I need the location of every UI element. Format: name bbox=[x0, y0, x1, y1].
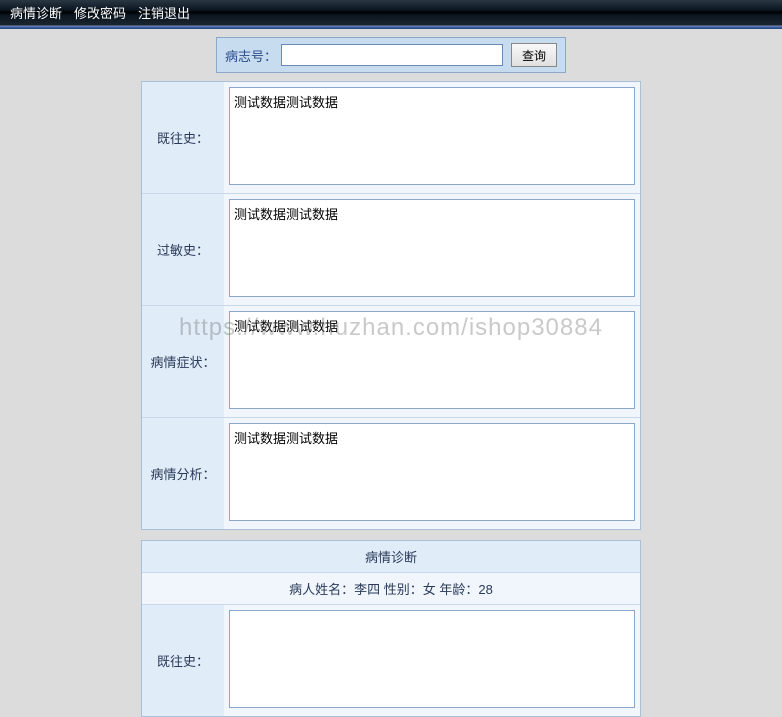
patient-gender: 女 bbox=[423, 582, 436, 597]
nav-logout[interactable]: 注销退出 bbox=[138, 3, 190, 22]
row-history: 既往史： bbox=[142, 82, 640, 194]
label-history: 既往史： bbox=[142, 82, 224, 193]
label-allergy: 过敏史： bbox=[142, 194, 224, 305]
diagnosis-section: 病情诊断 病人姓名：李四 性别：女 年龄：28 既往史： bbox=[141, 540, 641, 717]
patient-age: 28 bbox=[478, 582, 492, 597]
divider-bar bbox=[0, 26, 782, 29]
row-symptom: 病情症状： bbox=[142, 306, 640, 418]
nav-diagnosis[interactable]: 病情诊断 bbox=[10, 3, 62, 22]
form-panel: 既往史： 过敏史： 病情症状： 病情分析： bbox=[141, 81, 641, 530]
diag-row-history: 既往史： bbox=[142, 605, 640, 716]
textarea-allergy[interactable] bbox=[229, 199, 635, 297]
label-analysis: 病情分析： bbox=[142, 418, 224, 529]
patient-info: 病人姓名：李四 性别：女 年龄：28 bbox=[142, 573, 640, 605]
record-id-input[interactable] bbox=[281, 44, 503, 66]
label-symptom: 病情症状： bbox=[142, 306, 224, 417]
top-nav: 病情诊断 修改密码 注销退出 bbox=[0, 0, 782, 26]
patient-name-label: 病人姓名： bbox=[289, 582, 354, 597]
textarea-symptom[interactable] bbox=[229, 311, 635, 409]
query-button[interactable]: 查询 bbox=[511, 43, 557, 67]
textarea-history[interactable] bbox=[229, 87, 635, 185]
row-allergy: 过敏史： bbox=[142, 194, 640, 306]
diag-textarea-history[interactable] bbox=[229, 610, 635, 708]
textarea-analysis[interactable] bbox=[229, 423, 635, 521]
diagnosis-title: 病情诊断 bbox=[142, 541, 640, 573]
patient-gender-label: 性别： bbox=[384, 582, 423, 597]
patient-age-label: 年龄： bbox=[439, 582, 478, 597]
patient-name: 李四 bbox=[354, 582, 380, 597]
search-bar: 病志号： 查询 bbox=[216, 37, 566, 73]
diag-label-history: 既往史： bbox=[142, 605, 224, 716]
row-analysis: 病情分析： bbox=[142, 418, 640, 529]
nav-change-password[interactable]: 修改密码 bbox=[74, 3, 126, 22]
search-label: 病志号： bbox=[225, 46, 277, 65]
